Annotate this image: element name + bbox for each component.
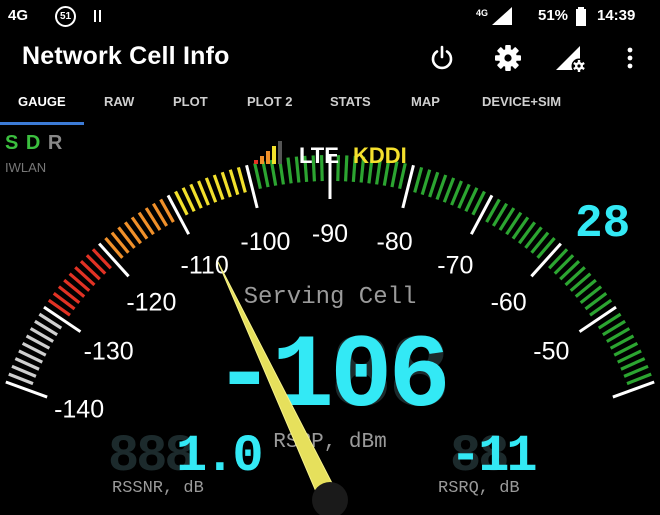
gauge-scale-label: -60 <box>491 289 527 317</box>
signal-settings-icon <box>556 46 587 74</box>
gauge-minor-tick <box>420 169 432 196</box>
gauge-scale-label: -140 <box>54 396 104 424</box>
gauge-minor-tick <box>442 177 456 203</box>
gauge-minor-tick <box>220 171 232 198</box>
clock: 14:39 <box>597 7 636 24</box>
tab-gauge[interactable]: GAUGE <box>18 94 66 109</box>
rssnr-value: 1.0 <box>176 427 261 486</box>
signal-settings-button[interactable] <box>553 40 589 76</box>
power-icon <box>431 45 453 70</box>
gauge-minor-tick <box>212 174 225 201</box>
gauge-minor-tick <box>286 157 293 184</box>
tab-stats[interactable]: STATS <box>330 94 371 109</box>
gauge-minor-tick <box>428 171 440 198</box>
svg-text:4G: 4G <box>476 8 488 18</box>
battery-icon <box>575 7 587 27</box>
band-number: 28 <box>575 198 630 250</box>
gauge-minor-tick <box>626 372 652 386</box>
mobile-signal-icon: 4G <box>474 6 520 26</box>
gauge-minor-tick <box>236 166 247 193</box>
gauge-scale-label: -50 <box>533 338 569 366</box>
app-title: Network Cell Info <box>22 42 230 70</box>
gauge-minor-tick <box>261 161 270 188</box>
rsrp-value: -106 <box>213 319 447 437</box>
tab-map[interactable]: MAP <box>411 94 440 109</box>
tab-plot-2[interactable]: PLOT 2 <box>247 94 293 109</box>
gauge-scale-label: -100 <box>240 228 290 256</box>
gauge-scale-label: -90 <box>312 220 348 248</box>
gauge-minor-tick <box>228 169 240 196</box>
pause-icon <box>93 9 103 23</box>
gauge-minor-tick <box>8 372 34 386</box>
signal-gauge: -140-130-120-110-100 -90 -80-70-60-50 LTE … <box>5 141 655 515</box>
battery-percent: 51% <box>538 7 569 24</box>
operator-name: KDDI <box>353 143 407 168</box>
gauge-major-tick <box>612 380 655 399</box>
gauge-scale-label: -80 <box>377 228 413 256</box>
status-bar: 4G 51 4G 51% 14:39 <box>0 0 660 32</box>
rssnr-label: RSSNR, dB <box>112 479 204 498</box>
signal-bars-icon <box>254 141 282 164</box>
serving-cell-caption: Serving Cell <box>244 284 417 311</box>
network-tech: LTE <box>299 143 339 168</box>
tab-device-sim[interactable]: DEVICE+SIM <box>482 94 561 109</box>
tab-raw[interactable]: RAW <box>104 94 134 109</box>
gear-icon <box>495 45 521 71</box>
gauge-minor-tick <box>253 162 262 190</box>
notification-badge-count: 51 <box>59 11 72 22</box>
gauge-scale-label: -130 <box>84 338 134 366</box>
network-type-label: 4G <box>8 7 29 24</box>
gauge-scale-label: -70 <box>437 251 473 279</box>
gauge-scale-label: -110 <box>181 251 229 279</box>
notification-badge: 51 <box>55 6 76 27</box>
gauge-minor-tick <box>435 174 448 201</box>
more-options-button[interactable] <box>612 40 648 76</box>
power-button[interactable] <box>424 40 460 76</box>
settings-button[interactable] <box>490 40 526 76</box>
gauge-minor-tick <box>204 177 218 203</box>
active-tab-indicator <box>0 122 84 125</box>
rsrq-label: RSRQ, dB <box>438 479 520 498</box>
rsrp-label: RSRP, dBm <box>273 431 386 454</box>
tab-plot[interactable]: PLOT <box>173 94 208 109</box>
gauge-scale-label: -120 <box>126 289 176 317</box>
gauge-minor-tick <box>413 166 424 193</box>
rsrq-value: -11 <box>450 427 535 486</box>
gauge-major-tick <box>5 380 48 399</box>
more-vert-icon <box>627 47 633 69</box>
gauge-minor-tick <box>343 155 349 182</box>
